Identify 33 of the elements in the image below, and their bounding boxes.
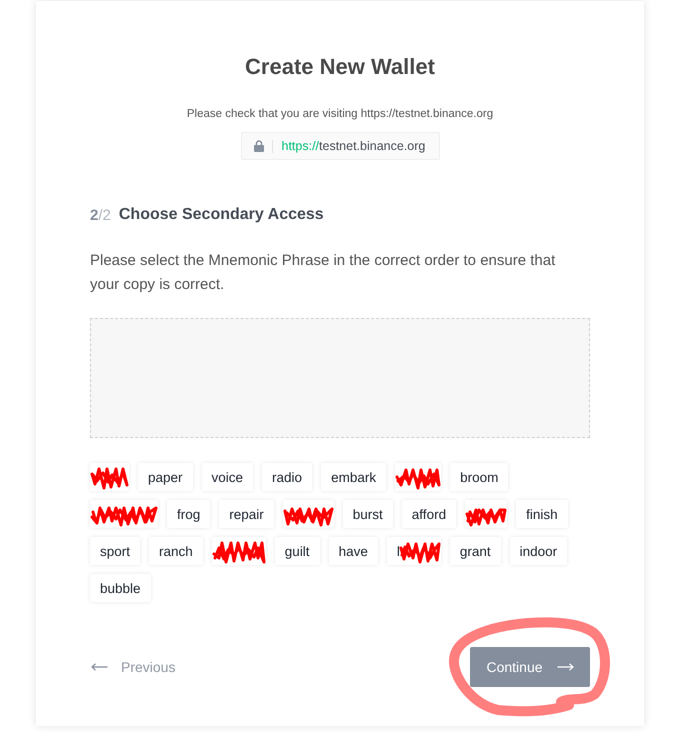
word-chip[interactable]: bubble	[90, 574, 151, 602]
word-chip[interactable]	[90, 463, 129, 491]
word-chip[interactable]: finish	[516, 500, 568, 528]
lock-icon	[254, 140, 264, 152]
word-chip[interactable]: embark	[321, 463, 386, 491]
page-title: Create New Wallet	[244, 53, 436, 81]
url-text: https://testnet.binance.org	[282, 139, 426, 153]
word-chip[interactable]: repair	[219, 500, 274, 528]
security-notice: Please check that you are visiting https://testnet.binance.org	[186, 107, 494, 121]
word-chip[interactable]: indoor	[510, 537, 568, 565]
word-chip[interactable]: broom	[450, 463, 508, 491]
word-chip[interactable]: grant	[450, 537, 501, 565]
word-chip[interactable]	[90, 500, 158, 528]
word-chip[interactable]: l	[386, 537, 441, 565]
word-chip[interactable]: have	[328, 537, 378, 565]
word-chip[interactable]: frog	[167, 500, 210, 528]
instructions-text: Please select the Mnemonic Phrase in the correct order to ensure that your copy is correct.	[90, 251, 556, 295]
word-chip[interactable]: voice	[202, 463, 254, 491]
word-chip[interactable]: sport	[90, 537, 140, 565]
word-chip[interactable]: afford	[402, 500, 456, 528]
word-chip[interactable]	[212, 537, 266, 565]
word-chip[interactable]: guilt	[274, 537, 320, 565]
word-chip[interactable]: burst	[342, 500, 393, 528]
word-chip[interactable]	[282, 500, 334, 528]
arrow-left-icon	[91, 663, 108, 671]
word-chip[interactable]: paper	[138, 463, 193, 491]
word-chip[interactable]: radio	[262, 463, 312, 491]
word-chip[interactable]	[395, 463, 442, 491]
word-chip[interactable]	[465, 500, 508, 528]
word-chip[interactable]: ranch	[149, 537, 203, 565]
step-title: Choose Secondary Access	[118, 206, 324, 224]
arrow-right-icon	[556, 663, 574, 671]
step-counter: 2/2	[90, 206, 111, 224]
